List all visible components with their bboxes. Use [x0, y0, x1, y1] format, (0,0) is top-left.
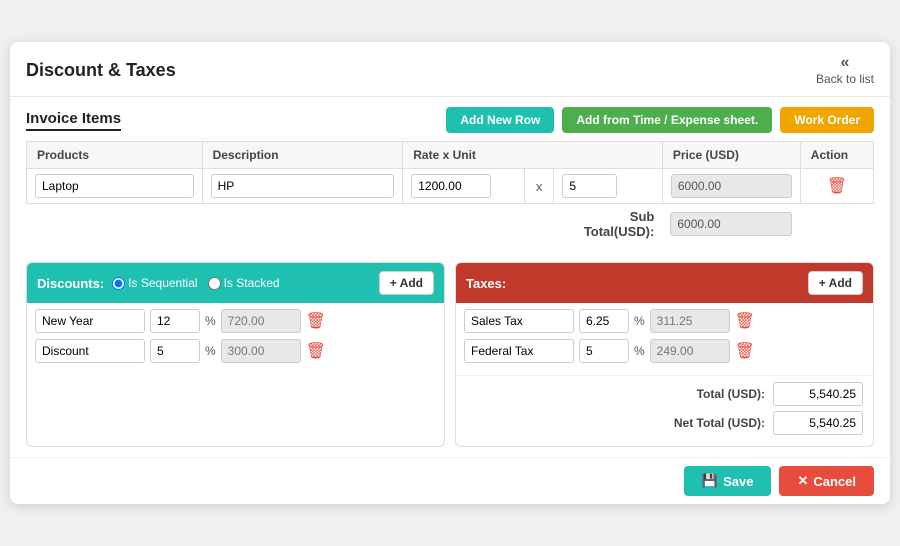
subtotal-value [670, 212, 792, 236]
col-header-action: Action [800, 142, 873, 169]
product-input[interactable] [35, 174, 194, 198]
discount-row-1: % 🗑 [35, 339, 436, 363]
is-stacked-label[interactable]: Is Stacked [208, 276, 280, 290]
discount-row-0: % 🗑 [35, 309, 436, 333]
taxes-panel: Taxes: + Add % 🗑 % 🗑 [455, 262, 874, 447]
net-total-label: Net Total (USD): [674, 416, 765, 430]
invoice-header-row: Invoice Items Add New Row Add from Time … [26, 107, 874, 133]
chevron-double-left-icon: « [841, 54, 850, 72]
tax-amount-1 [650, 339, 730, 363]
total-row: Total (USD): [466, 382, 863, 406]
tax-row-1: % 🗑 [464, 339, 865, 363]
tax-row-0: % 🗑 [464, 309, 865, 333]
taxes-header-left: Taxes: [466, 276, 506, 291]
discount-pct-symbol-1: % [205, 344, 216, 358]
col-header-price: Price (USD) [662, 142, 800, 169]
discount-name-1[interactable] [35, 339, 145, 363]
page-title: Discount & Taxes [26, 60, 176, 81]
add-discount-button[interactable]: + Add [379, 271, 434, 295]
discount-percent-1[interactable] [150, 339, 200, 363]
bottom-panels: Discounts: Is Sequential Is Stacked + Ad… [10, 254, 890, 457]
is-sequential-radio[interactable] [112, 277, 125, 290]
tax-pct-symbol-0: % [634, 314, 645, 328]
rate-input[interactable] [411, 174, 491, 198]
discount-amount-0 [221, 309, 301, 333]
subtotal-row: Sub Total(USD): [27, 204, 874, 245]
col-header-rate-unit: Rate x Unit [403, 142, 663, 169]
discount-radio-group: Is Sequential Is Stacked [112, 276, 279, 290]
is-stacked-radio[interactable] [208, 277, 221, 290]
delete-discount-1[interactable]: 🗑 [306, 341, 326, 361]
tax-name-1[interactable] [464, 339, 574, 363]
subtotal-label: Sub Total(USD): [554, 204, 663, 245]
back-to-list-button[interactable]: « Back to list [816, 54, 874, 86]
invoice-section: Invoice Items Add New Row Add from Time … [10, 97, 890, 254]
tax-amount-0 [650, 309, 730, 333]
back-to-list-label: Back to list [816, 72, 874, 86]
delete-row-button[interactable]: 🗑 [800, 169, 873, 204]
discounts-panel-header: Discounts: Is Sequential Is Stacked + Ad… [27, 263, 444, 303]
work-order-button[interactable]: Work Order [780, 107, 874, 133]
total-label: Total (USD): [697, 387, 765, 401]
taxes-title: Taxes: [466, 276, 506, 291]
taxes-panel-header: Taxes: + Add [456, 263, 873, 303]
net-total-row: Net Total (USD): [466, 411, 863, 435]
discount-amount-1 [221, 339, 301, 363]
add-tax-button[interactable]: + Add [808, 271, 863, 295]
discounts-panel-body: % 🗑 % 🗑 [27, 303, 444, 375]
discounts-panel: Discounts: Is Sequential Is Stacked + Ad… [26, 262, 445, 447]
col-header-description: Description [202, 142, 403, 169]
tax-percent-0[interactable] [579, 309, 629, 333]
invoice-buttons: Add New Row Add from Time / Expense shee… [446, 107, 874, 133]
taxes-panel-body: % 🗑 % 🗑 [456, 303, 873, 375]
unit-input[interactable] [562, 174, 617, 198]
col-header-products: Products [27, 142, 203, 169]
delete-tax-1[interactable]: 🗑 [735, 341, 755, 361]
delete-tax-0[interactable]: 🗑 [735, 311, 755, 331]
is-sequential-label[interactable]: Is Sequential [112, 276, 197, 290]
add-from-time-button[interactable]: Add from Time / Expense sheet. [562, 107, 772, 133]
tax-name-0[interactable] [464, 309, 574, 333]
tax-pct-symbol-1: % [634, 344, 645, 358]
add-new-row-button[interactable]: Add New Row [446, 107, 554, 133]
totals-section: Total (USD): Net Total (USD): [456, 375, 873, 446]
total-value [773, 382, 863, 406]
cancel-button[interactable]: ✕ Cancel [779, 466, 874, 496]
cancel-label: Cancel [813, 474, 856, 489]
discount-pct-symbol-0: % [205, 314, 216, 328]
delete-discount-0[interactable]: 🗑 [306, 311, 326, 331]
x-separator: x [524, 169, 553, 204]
page-header: Discount & Taxes « Back to list [10, 42, 890, 97]
net-total-value [773, 411, 863, 435]
footer: 💾 Save ✕ Cancel [10, 457, 890, 504]
items-table: Products Description Rate x Unit Price (… [26, 141, 874, 244]
table-row: x 6000.00 🗑 [27, 169, 874, 204]
table-header-row: Products Description Rate x Unit Price (… [27, 142, 874, 169]
discount-percent-0[interactable] [150, 309, 200, 333]
price-display: 6000.00 [671, 174, 792, 198]
save-button[interactable]: 💾 Save [684, 466, 772, 496]
discount-name-0[interactable] [35, 309, 145, 333]
discounts-title: Discounts: [37, 276, 104, 291]
save-label: Save [723, 474, 753, 489]
description-input[interactable] [211, 174, 395, 198]
discounts-header-left: Discounts: Is Sequential Is Stacked [37, 276, 280, 291]
close-icon: ✕ [797, 473, 808, 489]
save-icon: 💾 [702, 473, 718, 489]
tax-percent-1[interactable] [579, 339, 629, 363]
invoice-title: Invoice Items [26, 110, 121, 131]
